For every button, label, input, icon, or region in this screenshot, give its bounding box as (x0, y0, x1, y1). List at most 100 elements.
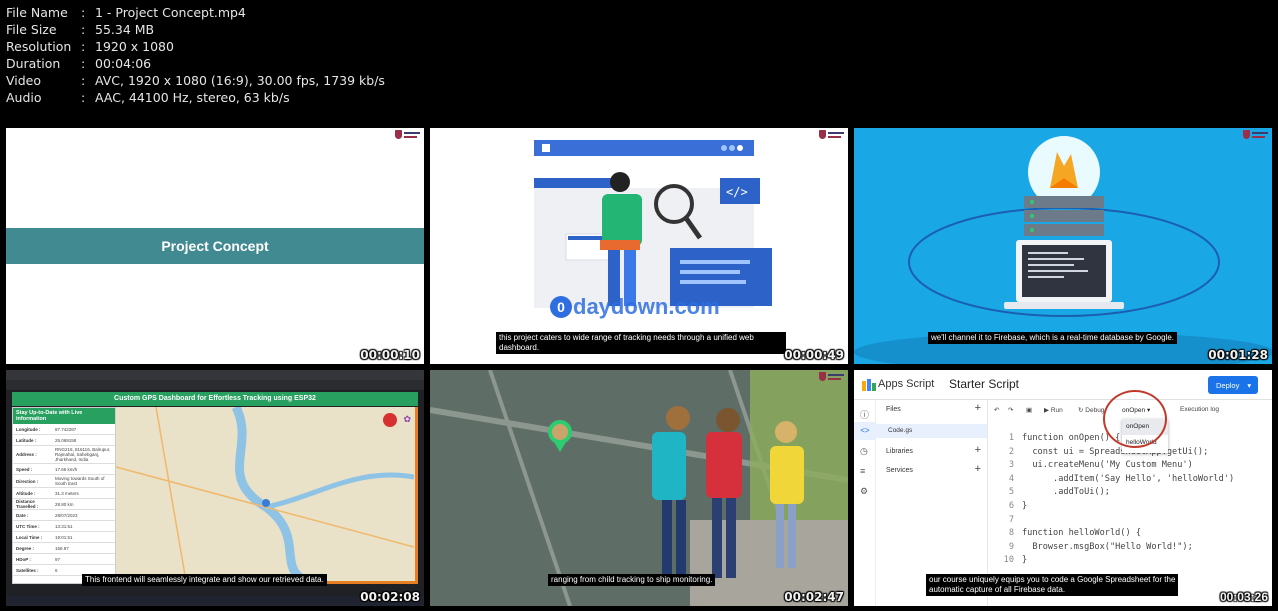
settings-icon[interactable]: ✿ (403, 415, 411, 425)
timestamp: 00:02:08 (360, 590, 420, 604)
run-label: Run (1050, 407, 1063, 414)
subtitle: this project caters to wide range of tra… (496, 332, 786, 354)
code-line: 5 .addToUi(); (994, 486, 1234, 500)
info-row: Video: AVC, 1920 x 1080 (16:9), 30.00 fps… (6, 72, 385, 89)
code-line: 7 (994, 514, 1234, 528)
deploy-button[interactable]: Deploy ▾ (1208, 376, 1258, 394)
row-label: Satellites : (16, 567, 39, 573)
triggers-icon[interactable]: ◷ (860, 446, 868, 457)
settings-icon[interactable]: ⚙ (860, 486, 868, 497)
left-rail: ⓘ <> ◷ ≡ ⚙ (854, 400, 876, 606)
line-number: 4 (1008, 473, 1014, 484)
line-text: } (1022, 500, 1028, 511)
browser-address-bar (6, 380, 424, 390)
info-table-row: UTC Time : 13:31:51 (13, 521, 115, 532)
row-label: UTC Time : (16, 523, 40, 529)
thumbnail-6[interactable]: Apps Script Starter Script Deploy ▾ ⓘ <> … (854, 370, 1272, 606)
subtitle: we'll channel it to Firebase, which is a… (928, 332, 1177, 344)
line-number: 8 (1008, 528, 1014, 539)
browser-tabs (6, 370, 424, 380)
row-value: 28/07/2023 (55, 512, 78, 518)
info-row: Resolution:1920 x 1080 (6, 38, 385, 55)
line-text: Browser.msgBox("Hello World!"); (1022, 541, 1193, 552)
apps-script-logo-icon (862, 379, 876, 391)
redo-icon[interactable]: ↷ (1008, 406, 1013, 414)
row-label: Speed : (16, 466, 33, 472)
add-service-icon[interactable]: + (975, 463, 981, 475)
file-code-gs[interactable]: Code.gs (876, 424, 987, 438)
info-table-row: Degree : 158.97 (13, 543, 115, 554)
line-text: function onOpen() { (1022, 433, 1121, 443)
watermark: 0 daydown.com (550, 294, 720, 320)
thumbnail-4[interactable]: Custom GPS Dashboard for Effortless Trac… (6, 370, 424, 606)
info-value: 1920 x 1080 (95, 39, 174, 54)
line-number: 9 (1008, 541, 1014, 552)
services-heading[interactable]: Services (886, 467, 913, 474)
libraries-heading[interactable]: Libraries (886, 448, 913, 455)
info-colon: : (81, 90, 86, 105)
line-number: 1 (1008, 433, 1014, 443)
info-colon: : (81, 39, 86, 54)
info-key: File Name (6, 5, 68, 20)
row-value: 17.65 km/h (55, 466, 78, 472)
row-label: Longitude : (16, 426, 41, 432)
info-value: AAC, 44100 Hz, stereo, 63 kb/s (95, 90, 290, 105)
row-value: 97 (55, 556, 61, 562)
line-number: 7 (1008, 514, 1014, 525)
run-button[interactable]: ▶ Run (1044, 406, 1063, 414)
row-value: RNG216, 816116, Balrupur, Rajmahal, Sahe… (55, 447, 111, 462)
thumbnail-2[interactable]: </> 0 daydown.com this project caters to … (430, 128, 848, 364)
line-text: const ui = SpreadsheetApp.getUi(); (1022, 446, 1209, 457)
thumbnail-1[interactable]: Project Concept 00:00:10 (6, 128, 424, 364)
apps-script-header: Apps Script Starter Script Deploy ▾ (854, 370, 1272, 400)
tracking-illustration: </> (534, 140, 772, 308)
chevron-down-icon: ▾ (1247, 380, 1252, 390)
info-icon[interactable]: ⓘ (860, 408, 869, 421)
undo-icon[interactable]: ↶ (994, 406, 999, 414)
timestamp: 00:00:49 (784, 348, 844, 362)
info-colon: : (81, 73, 86, 88)
row-label: Address : (16, 452, 37, 457)
info-table-row: Longitude : 87.742287 (13, 424, 115, 435)
row-label: Altitude : (16, 490, 36, 496)
row-value: 28.80 km (55, 501, 74, 507)
info-row: File Size:55.34 MB (6, 21, 385, 38)
title-band: Project Concept (6, 228, 424, 264)
row-value: 13:31:51 (55, 523, 73, 529)
firebase-illustration (854, 136, 1272, 364)
subtitle: This frontend will seamlessly integrate … (82, 574, 327, 586)
deploy-label: Deploy (1216, 380, 1240, 390)
map-graphic (116, 407, 414, 581)
row-label: Date : (16, 512, 29, 518)
info-value: 1 - Project Concept.mp4 (95, 5, 246, 20)
execution-log-button[interactable]: Execution log (1180, 406, 1219, 413)
project-title[interactable]: Starter Script (949, 377, 1019, 391)
editor-icon[interactable]: <> (854, 422, 876, 440)
thumbnail-3[interactable]: we'll channel it to Firebase, which is a… (854, 128, 1272, 364)
info-colon: : (81, 56, 86, 71)
line-text: } (1022, 555, 1028, 566)
line-text: .addItem('Say Hello', 'helloWorld') (1022, 473, 1235, 484)
timestamp: 00:02:47 (784, 590, 844, 604)
debug-button[interactable]: ↻ Debug (1078, 406, 1104, 414)
map-view[interactable]: ✿ (116, 407, 418, 584)
thumbnail-5[interactable]: ranging from child tracking to ship moni… (430, 370, 848, 606)
subtitle-line-1: our course uniquely equips you to code a… (929, 575, 1176, 584)
add-file-icon[interactable]: + (975, 402, 981, 414)
highlight-circle (1103, 390, 1167, 448)
add-library-icon[interactable]: + (975, 444, 981, 456)
dashboard-title: Custom GPS Dashboard for Effortless Trac… (12, 392, 418, 406)
code-editor[interactable]: 1 function onOpen() {2 const ui = Spreads… (994, 432, 1235, 568)
subtitle-line-2: automatic capture of all Firebase data. (929, 585, 1066, 594)
timestamp: 00:01:28 (1208, 348, 1268, 362)
debug-label: Debug (1085, 407, 1105, 414)
executions-icon[interactable]: ≡ (860, 466, 865, 476)
line-number: 10 (1003, 555, 1014, 566)
code-line: 10} (994, 554, 1234, 568)
line-number: 6 (1008, 500, 1014, 511)
save-icon[interactable]: ▣ (1026, 406, 1032, 414)
timestamp: 00:00:10 (360, 348, 420, 362)
row-value: 87.742287 (55, 426, 77, 432)
line-number: 3 (1008, 460, 1014, 471)
info-value: 00:04:06 (95, 56, 152, 71)
